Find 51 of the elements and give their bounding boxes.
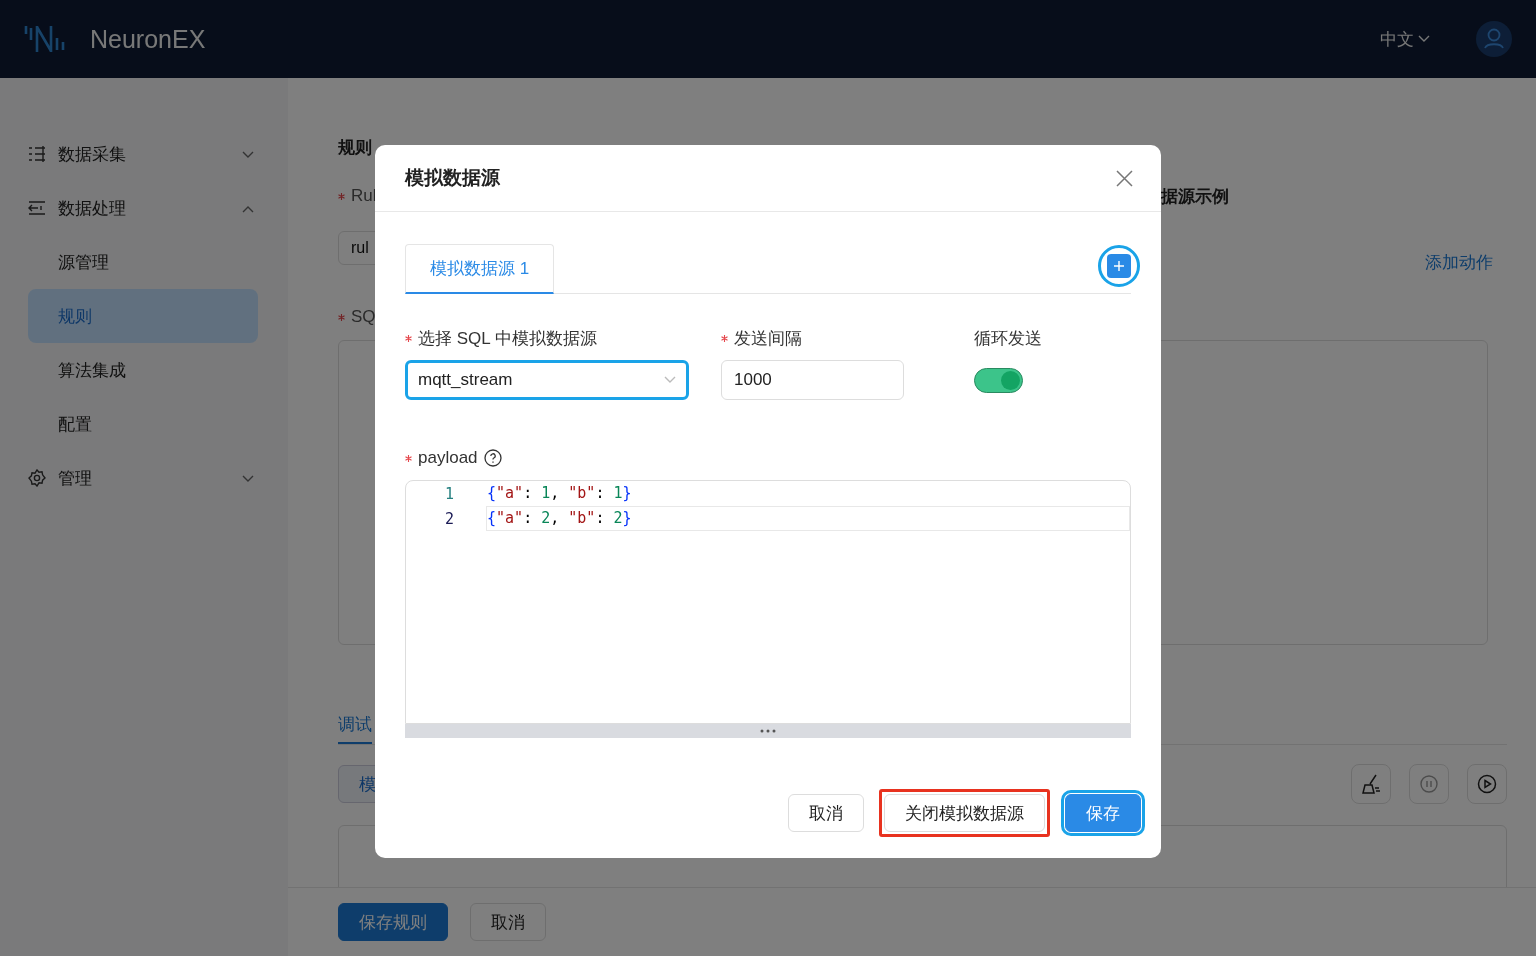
chevron-icon: [242, 205, 254, 213]
pause-icon: [1419, 774, 1439, 794]
code-line: {"a": 1, "b": 1}: [486, 483, 633, 504]
loop-toggle[interactable]: [974, 367, 1023, 393]
help-icon[interactable]: [483, 449, 502, 467]
sidebar-item[interactable]: 源管理: [28, 235, 258, 289]
line-number: 2: [443, 509, 454, 528]
close-icon: [1116, 169, 1133, 187]
field-label: payload: [418, 448, 478, 468]
brand-name: NeuronEX: [90, 24, 206, 54]
tab[interactable]: 调试: [338, 707, 372, 744]
sidebar-item[interactable]: 配置: [28, 397, 258, 451]
field-label: 发送间隔: [734, 327, 802, 350]
chevron-icon: [242, 475, 254, 483]
plus-icon: [1107, 254, 1131, 278]
section-heading: 据源示例: [1161, 185, 1230, 208]
line-number: 1: [443, 484, 454, 503]
field-label: SQ: [351, 307, 376, 327]
tab[interactable]: 模拟数据源 1: [405, 244, 554, 294]
chevron-icon: [1418, 35, 1430, 43]
breadcrumb-link[interactable]: 规则: [338, 135, 372, 159]
play-icon: [1477, 774, 1497, 794]
sidebar-item[interactable]: 数据处理: [28, 181, 258, 235]
process-icon: [28, 199, 46, 217]
avatar-icon[interactable]: [1476, 21, 1512, 57]
chevron-icon: [242, 151, 254, 159]
settings-icon: [28, 469, 46, 487]
resize-handle[interactable]: [405, 724, 1131, 738]
field-label: 选择 SQL 中模拟数据源: [418, 327, 597, 350]
cancel-button[interactable]: 取消: [470, 903, 546, 941]
sidebar-item[interactable]: 管理: [28, 451, 258, 505]
sidebar-item[interactable]: 数据采集: [28, 127, 258, 181]
add-action-link[interactable]: 添加动作: [1425, 251, 1493, 274]
sidebar-item[interactable]: 规则: [28, 289, 258, 343]
dialog-title: 模拟数据源: [405, 166, 501, 190]
run-button[interactable]: [1467, 764, 1507, 804]
chevron-icon: [664, 376, 676, 384]
language-selector[interactable]: 中文: [1380, 27, 1430, 51]
add-button[interactable]: [1098, 245, 1140, 287]
list-icon: [28, 145, 46, 163]
interval-field[interactable]: 1000: [721, 360, 904, 400]
clear-button[interactable]: [1351, 764, 1391, 804]
dots-icon: [760, 729, 776, 733]
field-label: 循环发送: [974, 327, 1042, 350]
save-button[interactable]: 保存规则: [338, 903, 448, 941]
field-label: Rul: [351, 186, 377, 206]
broom-icon: [1360, 773, 1382, 795]
code-editor[interactable]: 1 {"a": 1, "b": 1} 2 {"a": 2, "b": 2}: [405, 480, 1131, 724]
sidebar-item[interactable]: 算法集成: [28, 343, 258, 397]
pause-button[interactable]: [1409, 764, 1449, 804]
source-select[interactable]: mqtt_stream: [405, 360, 689, 400]
